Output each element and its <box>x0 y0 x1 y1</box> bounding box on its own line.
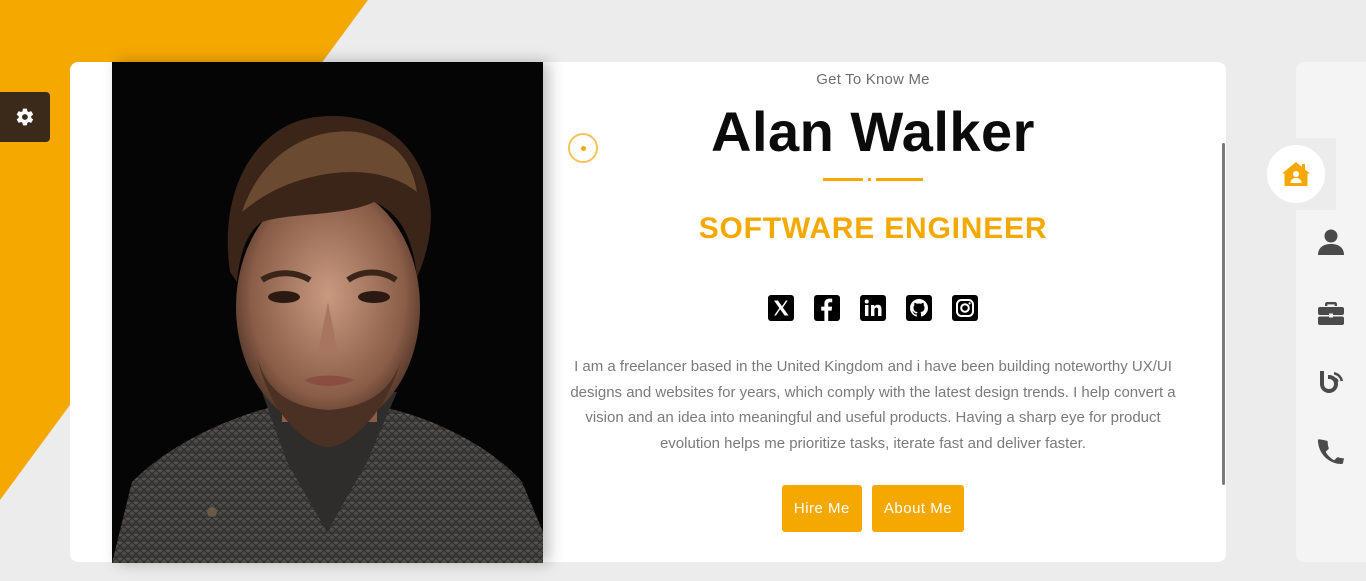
blog-icon <box>1320 371 1343 393</box>
hire-me-button[interactable]: Hire Me <box>781 485 862 532</box>
briefcase-icon <box>1318 302 1344 325</box>
x-twitter-icon[interactable] <box>767 294 795 322</box>
profile-role: SOFTWARE ENGINEER <box>698 212 1048 245</box>
social-links <box>560 294 1186 322</box>
facebook-icon[interactable] <box>813 294 841 322</box>
gear-icon <box>16 108 34 126</box>
hero-actions: Hire Me About Me <box>560 485 1186 532</box>
nav-portfolio[interactable] <box>1312 294 1350 332</box>
content-scrollbar[interactable] <box>1222 143 1225 485</box>
nav-blog[interactable] <box>1312 363 1350 401</box>
instagram-icon[interactable] <box>951 294 979 322</box>
nav-home[interactable] <box>1267 145 1325 203</box>
phone-icon <box>1318 439 1344 464</box>
bio-text: I am a freelancer based in the United Ki… <box>570 358 1176 452</box>
settings-button[interactable] <box>0 92 50 142</box>
nav-about[interactable] <box>1312 223 1350 261</box>
profile-name: Alan Walker <box>711 100 1035 163</box>
home-icon <box>1282 162 1310 186</box>
nav-contact[interactable] <box>1312 433 1350 471</box>
hero-content: Get To Know Me Alan Walker SOFTWARE ENGI… <box>560 62 1186 562</box>
about-me-button[interactable]: About Me <box>871 485 965 532</box>
github-icon[interactable] <box>905 294 933 322</box>
profile-photo <box>112 62 543 563</box>
user-icon <box>1318 229 1344 255</box>
eyebrow-text: Get To Know Me <box>816 71 930 88</box>
linkedin-icon[interactable] <box>859 294 887 322</box>
title-divider <box>823 178 923 182</box>
